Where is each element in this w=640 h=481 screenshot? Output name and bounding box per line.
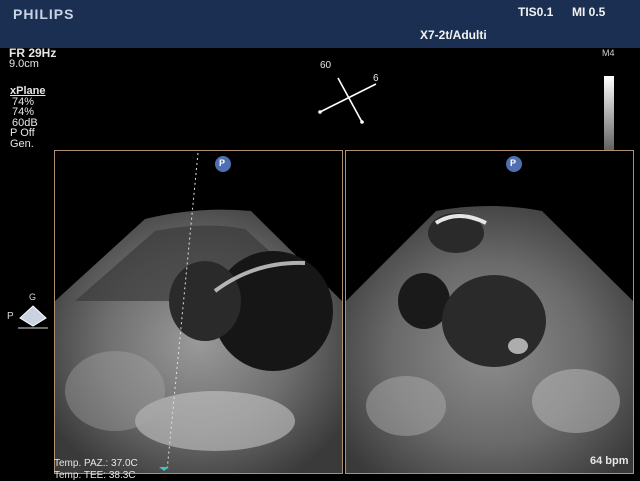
brand-logo: PHILIPS: [13, 6, 75, 22]
xplane-params: xPlane 74% 74% 60dB P Off Gen.: [10, 86, 45, 149]
imaging-params: FR 29Hz 9.0cm: [9, 47, 56, 70]
temp-patient: Temp. PAZ.: 37.0C: [54, 458, 138, 469]
ultrasound-image-primary: [55, 152, 342, 473]
orientation-icon: [318, 77, 377, 124]
xplane-power: P Off: [10, 127, 35, 139]
p-marker-label-secondary: P: [510, 158, 517, 168]
probe-preset: X7-2t/Adulti: [420, 28, 487, 42]
transducer-marker-icon: [18, 305, 48, 329]
marker-p-label: P: [7, 311, 14, 322]
temp-tee: Temp. TEE: 38.3C: [54, 470, 136, 481]
tis-readout: TIS0.1: [518, 5, 554, 19]
xplane-title: xPlane: [10, 85, 46, 97]
xplane-mode: Gen.: [10, 137, 34, 150]
depth: 9.0cm: [9, 58, 39, 70]
xplane-gain-2: 74%: [12, 106, 35, 118]
image-frame-primary[interactable]: P: [54, 150, 343, 474]
image-frame-secondary[interactable]: P: [345, 150, 634, 474]
top-info-bar: PHILIPS TIS0.1 MI 0.5 X7-2t/Adulti: [0, 0, 640, 48]
heart-rate: 64 bpm: [590, 455, 629, 467]
p-marker-label-primary: P: [219, 158, 226, 168]
ultrasound-image-secondary: [346, 206, 633, 473]
marker-g-label: G: [29, 292, 37, 302]
map-label: M4: [602, 48, 615, 58]
mi-readout: MI 0.5: [572, 5, 606, 19]
